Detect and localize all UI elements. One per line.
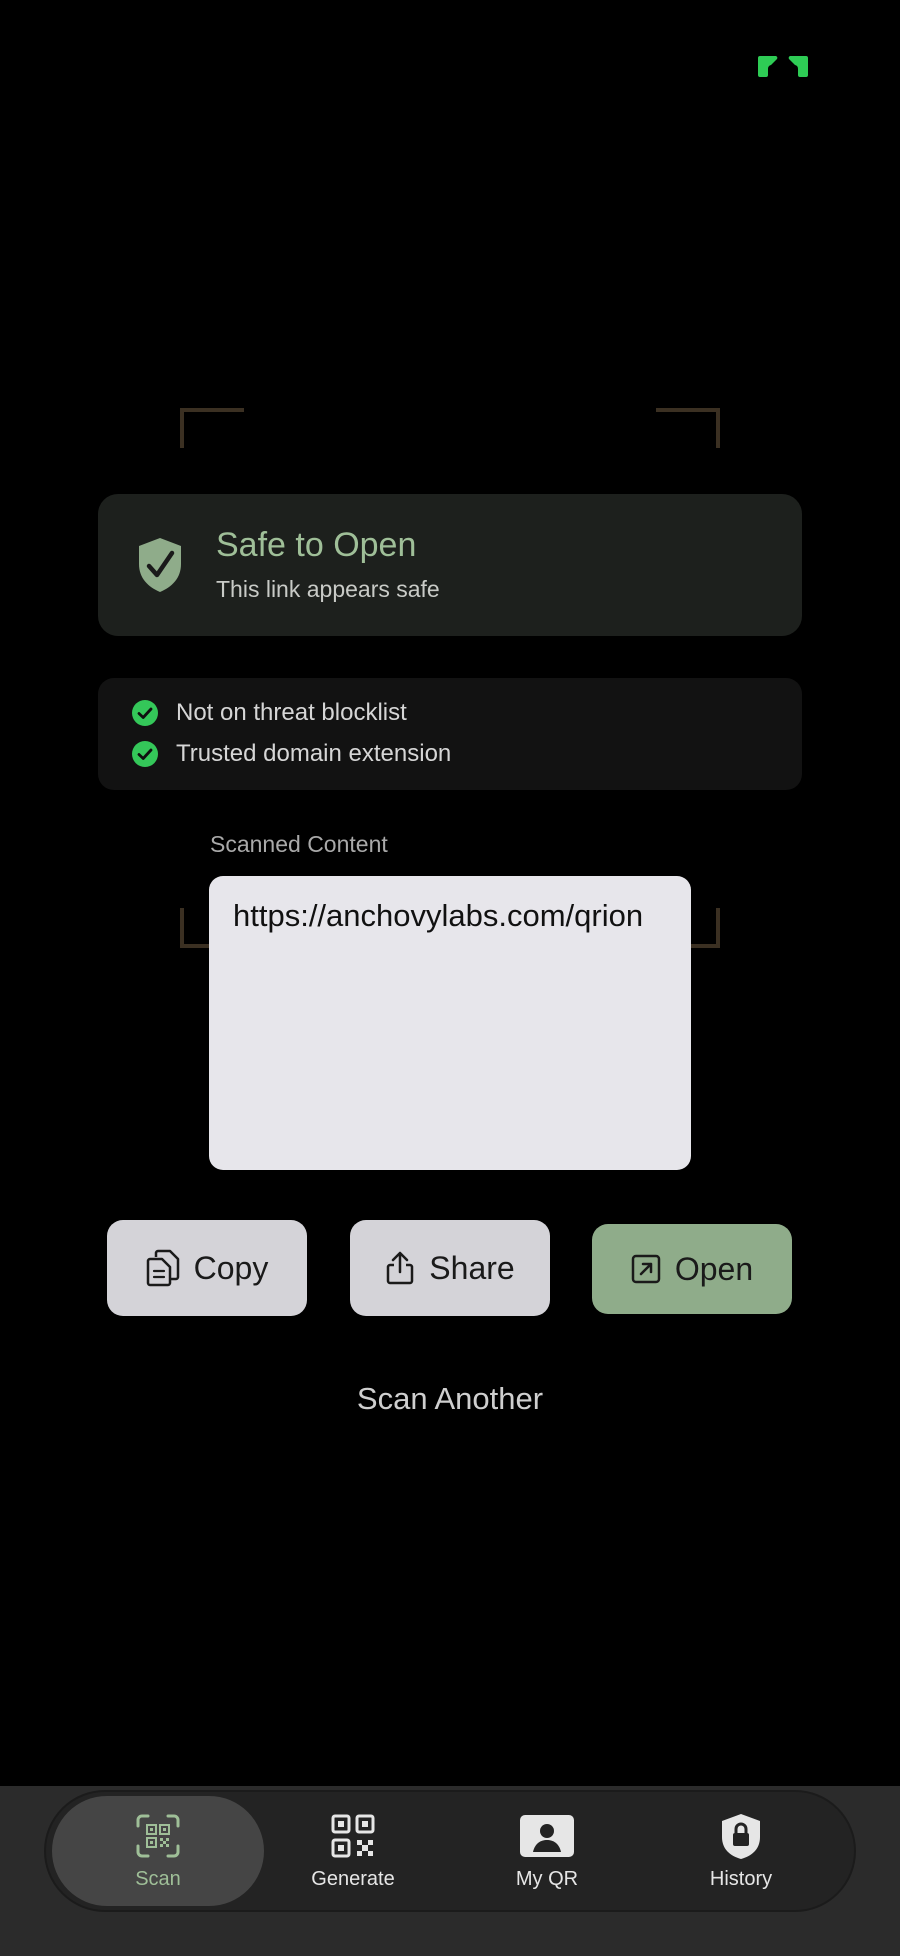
qr-code-icon <box>331 1814 375 1857</box>
open-button[interactable]: Open <box>592 1224 792 1314</box>
check-item: Not on threat blocklist <box>132 698 407 728</box>
check-circle-icon <box>132 741 158 767</box>
lock-shield-icon <box>722 1813 760 1859</box>
share-label: Share <box>429 1249 515 1286</box>
nav-label: Generate <box>311 1867 395 1890</box>
security-checks-card <box>98 678 802 790</box>
scan-another-button[interactable]: Scan Another <box>0 1381 900 1417</box>
open-external-icon <box>631 1254 661 1284</box>
scanned-content-box[interactable]: https://anchovylabs.com/qrion <box>209 876 691 1170</box>
camera-indicator-icon <box>758 56 808 77</box>
copy-label: Copy <box>193 1249 269 1286</box>
qr-scan-icon <box>136 1814 180 1857</box>
share-icon <box>387 1251 414 1285</box>
check-item: Trusted domain extension <box>132 739 451 769</box>
nav-item-history[interactable]: History <box>646 1796 836 1906</box>
scan-frame-corner <box>656 408 720 448</box>
scanned-content-label: Scanned Content <box>210 831 388 857</box>
safety-status-card: Safe to Open This link appears safe <box>98 494 802 636</box>
shield-check-icon <box>139 538 181 592</box>
nav-label: My QR <box>515 1867 579 1890</box>
nav-item-my-qr[interactable]: My QR <box>452 1796 642 1906</box>
nav-label: History <box>709 1867 773 1890</box>
copy-icon <box>146 1249 179 1287</box>
copy-button[interactable]: Copy <box>107 1220 307 1316</box>
nav-item-generate[interactable]: Generate <box>258 1796 448 1906</box>
check-label: Not on threat blocklist <box>176 699 407 726</box>
safety-subtitle: This link appears safe <box>216 576 440 602</box>
nav-label: Scan <box>135 1867 181 1890</box>
open-label: Open <box>674 1250 754 1287</box>
check-circle-icon <box>132 700 158 726</box>
person-card-icon <box>520 1814 574 1857</box>
scan-frame-corner <box>180 408 244 448</box>
share-button[interactable]: Share <box>350 1220 550 1316</box>
check-label: Trusted domain extension <box>176 740 452 767</box>
safety-title: Safe to Open <box>216 526 417 564</box>
nav-item-scan[interactable]: Scan <box>52 1796 264 1906</box>
